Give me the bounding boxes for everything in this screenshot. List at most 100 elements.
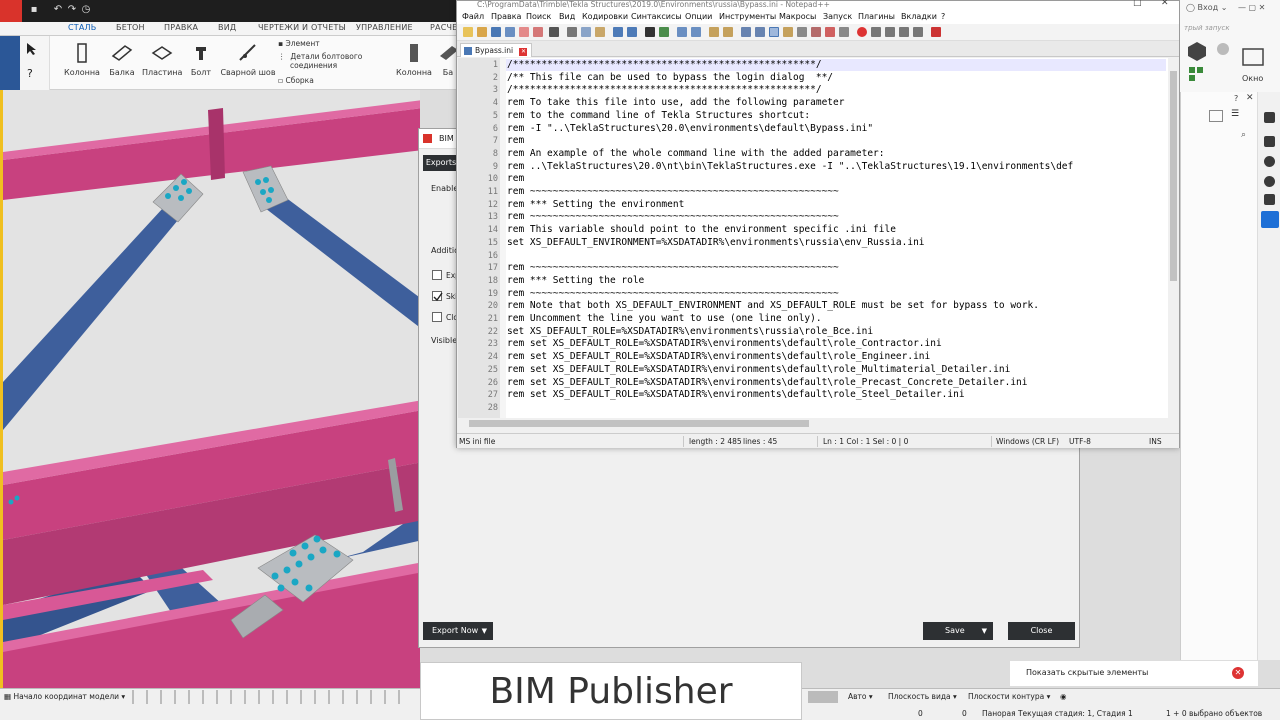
close-button[interactable]: Close (1008, 622, 1075, 640)
assembly-option[interactable]: ▫ Сборка (278, 76, 314, 85)
cube-icon[interactable] (1186, 40, 1208, 62)
close-tab-icon[interactable]: ✕ (519, 48, 528, 56)
save-file-icon[interactable] (491, 27, 501, 37)
stop-macro-icon[interactable] (871, 27, 881, 37)
code-line[interactable]: rem ~~~~~~~~~~~~~~~~~~~~~~~~~~~~~~~~~~~~… (507, 186, 839, 199)
menu-file[interactable]: Файл (462, 12, 484, 21)
code-line[interactable]: rem This variable should point to the en… (507, 224, 896, 237)
show-all-chars-icon[interactable] (755, 27, 765, 37)
code-line[interactable]: set XS_DEFAULT_ROLE=%XSDATADIR%\environm… (507, 326, 873, 339)
code-line[interactable]: rem set XS_DEFAULT_ROLE=%XSDATADIR%\envi… (507, 364, 1010, 377)
column-button[interactable]: Колонна (62, 40, 102, 77)
maximize-icon[interactable]: □ (1133, 0, 1142, 8)
paste-icon[interactable] (595, 27, 605, 37)
indent-guide-icon[interactable] (769, 27, 779, 37)
code-line[interactable]: rem Uncomment the line you want to use (… (507, 313, 822, 326)
concrete-column-button[interactable]: Колонна (394, 40, 434, 77)
menu-tabs[interactable]: Вкладки (901, 12, 937, 21)
monitoring-icon[interactable] (839, 27, 849, 37)
tab-drawings[interactable]: ЧЕРТЕЖИ И ОТЧЕТЫ (258, 23, 346, 32)
code-line[interactable]: /** This file can be used to bypass the … (507, 72, 833, 85)
export-checkbox[interactable] (432, 270, 442, 280)
replace-icon[interactable] (659, 27, 669, 37)
pointer-icon[interactable] (26, 42, 38, 56)
save-button[interactable]: Save ▼ (923, 622, 993, 640)
beam-button[interactable]: Балка (102, 40, 142, 77)
folder-workspace-icon[interactable] (825, 27, 835, 37)
eye-icon[interactable]: ◉ (1060, 692, 1067, 701)
code-line[interactable]: rem -I "..\TeklaStructures\20.0\environm… (507, 123, 873, 136)
panel-menu-icon[interactable]: ☰ (1231, 109, 1239, 119)
code-line[interactable]: rem An example of the whole command line… (507, 148, 885, 161)
redo-icon[interactable]: ↷ (66, 4, 78, 16)
close-checkbox[interactable] (432, 312, 442, 322)
word-wrap-icon[interactable] (741, 27, 751, 37)
record-macro-icon[interactable] (857, 27, 867, 37)
tab-view[interactable]: ВИД (218, 23, 236, 32)
menu-help[interactable]: ? (941, 12, 945, 21)
code-line[interactable]: rem set XS_DEFAULT_ROLE=%XSDATADIR%\envi… (507, 338, 942, 351)
model-3d-view[interactable] (0, 90, 420, 690)
spell-check-icon[interactable] (931, 27, 941, 37)
code-line[interactable]: rem To take this file into use, add the … (507, 97, 844, 110)
tab-concrete[interactable]: БЕТОН (116, 23, 145, 32)
undo-icon[interactable] (613, 27, 623, 37)
login-link[interactable]: ◯ Вход ⌄ (1186, 3, 1227, 12)
find-icon[interactable] (645, 27, 655, 37)
save-dropdown-icon[interactable]: ▼ (982, 622, 987, 640)
window-controls[interactable]: — ▢ ✕ (1238, 3, 1265, 12)
code-line[interactable]: rem (507, 173, 524, 186)
tab-edit[interactable]: ПРАВКА (164, 23, 198, 32)
menu-syntax[interactable]: Синтаксисы (631, 12, 682, 21)
element-option[interactable]: ▪ Элемент (278, 39, 320, 48)
code-editor[interactable]: 1 2 3 4 5 6 7 8 9 10 11 12 13 14 15 16 17 18 19 20 21 22 23 24 2… (458, 58, 1168, 418)
plate-button[interactable]: Пластина (142, 40, 182, 77)
play-macro-icon[interactable] (885, 27, 895, 37)
auto-dropdown[interactable]: Авто ▾ (848, 692, 873, 701)
code-line[interactable]: rem set XS_DEFAULT_ROLE=%XSDATADIR%\envi… (507, 377, 1027, 390)
code-line[interactable]: /***************************************… (507, 84, 822, 97)
copy-icon[interactable] (581, 27, 591, 37)
apps-icon[interactable] (1188, 66, 1204, 82)
udl-icon[interactable] (783, 27, 793, 37)
doc-map-icon[interactable] (797, 27, 807, 37)
snap-switches[interactable] (808, 691, 838, 703)
help-pointer-icon[interactable]: ? (26, 66, 40, 80)
close-window-icon[interactable]: ✕ (1161, 0, 1169, 8)
code-line[interactable]: rem (507, 135, 524, 148)
menu-plugins[interactable]: Плагины (858, 12, 895, 21)
zoom-out-icon[interactable] (691, 27, 701, 37)
tab-manage[interactable]: УПРАВЛЕНИЕ (356, 23, 413, 32)
sync-v-icon[interactable] (709, 27, 719, 37)
code-line[interactable]: rem *** Setting the environment (507, 199, 684, 212)
menu-view[interactable]: Вид (559, 12, 575, 21)
panel-search-icon[interactable]: ⌕ (1241, 130, 1246, 140)
menu-macros[interactable]: Макросы (779, 12, 816, 21)
catalog-icon[interactable] (1264, 194, 1275, 205)
contour-plane-dropdown[interactable]: Плоскости контура ▾ (968, 692, 1050, 701)
save-macro-icon[interactable] (913, 27, 923, 37)
code-line[interactable]: rem ~~~~~~~~~~~~~~~~~~~~~~~~~~~~~~~~~~~~… (507, 211, 839, 224)
vertical-scroll-thumb[interactable] (1170, 71, 1177, 281)
menu-edit[interactable]: Правка (491, 12, 521, 21)
properties-icon[interactable] (1264, 112, 1275, 123)
quick-launch-input[interactable]: трый запуск (1184, 24, 1230, 32)
close-all-icon[interactable] (533, 27, 543, 37)
cloud-services-icon[interactable] (1264, 156, 1275, 167)
new-file-icon[interactable] (463, 27, 473, 37)
undo-icon[interactable]: ↶ (52, 4, 64, 16)
tab-exports[interactable]: Exports (423, 155, 459, 171)
menu-tools[interactable]: Инструменты (719, 12, 776, 21)
horizontal-scroll-thumb[interactable] (469, 420, 809, 427)
code-line[interactable]: rem ~~~~~~~~~~~~~~~~~~~~~~~~~~~~~~~~~~~~… (507, 288, 839, 301)
code-line[interactable]: /***************************************… (507, 59, 822, 72)
print-icon[interactable] (549, 27, 559, 37)
selection-switches[interactable] (132, 690, 412, 704)
weld-button[interactable]: Сварной шов (220, 40, 276, 77)
code-line[interactable]: rem set XS_DEFAULT_ROLE=%XSDATADIR%\envi… (507, 389, 965, 402)
zoom-in-icon[interactable] (677, 27, 687, 37)
show-hidden-elements-toggle[interactable]: Показать скрытые элементы (1026, 668, 1148, 677)
code-line[interactable]: rem to the command line of Tekla Structu… (507, 110, 810, 123)
tab-analysis[interactable]: РАСЧЕ (430, 23, 457, 32)
code-line[interactable]: rem Note that both XS_DEFAULT_ENVIRONMEN… (507, 300, 1039, 313)
